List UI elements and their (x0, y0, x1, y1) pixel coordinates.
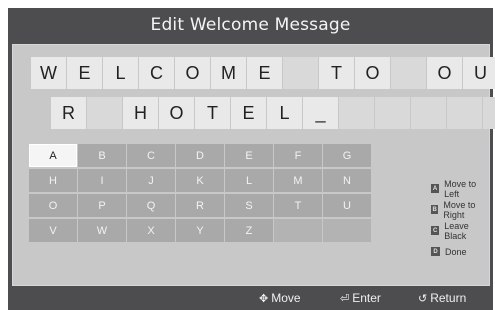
legend-item: B Move to Right (431, 199, 489, 220)
move-label: Move (271, 291, 301, 305)
message-char-cell[interactable]: L (267, 97, 302, 129)
message-char-cell[interactable]: R (51, 97, 86, 129)
message-char-cell[interactable]: T (319, 57, 354, 89)
move-icon: ✥ (259, 292, 269, 305)
keyboard-key-w[interactable]: W (78, 219, 126, 242)
keyboard-key-p[interactable]: P (78, 194, 126, 217)
keyboard-key-blank[interactable] (323, 219, 371, 242)
keyboard-key-k[interactable]: K (176, 169, 224, 192)
keyboard-key-r[interactable]: R (176, 194, 224, 217)
message-char-cell[interactable]: H (123, 97, 158, 129)
edit-welcome-dialog: Edit Welcome Message WELCOMETOOU R H O T E L _… (8, 8, 495, 310)
legend-label: Leave Black (444, 220, 469, 241)
keyboard-key-z[interactable]: Z (225, 219, 273, 242)
keyboard-key-v[interactable]: V (29, 219, 77, 242)
message-char-cell[interactable] (87, 97, 122, 129)
legend-item: A Move to Left (431, 178, 489, 199)
message-char-cell[interactable]: O (159, 97, 194, 129)
color-key-legend: A Move to Left B Move to Right C Leave Black D… (431, 178, 489, 262)
return-icon: ↺ (418, 292, 428, 305)
legend-label: Move to Left (444, 178, 477, 199)
keyboard-key-e[interactable]: E (225, 144, 273, 167)
legend-label: Move to Right (443, 199, 476, 220)
keyboard-key-m[interactable]: M (274, 169, 322, 192)
message-char-cell[interactable]: E (247, 57, 282, 89)
message-char-cell[interactable] (483, 97, 495, 129)
keyboard-key-n[interactable]: N (323, 169, 371, 192)
return-label: Return (430, 291, 467, 305)
keyboard-key-t[interactable]: T (274, 194, 322, 217)
return-hint[interactable]: ↺ Return (418, 291, 466, 305)
color-button-b-icon: B (431, 205, 439, 214)
message-char-cell[interactable] (339, 97, 374, 129)
enter-hint[interactable]: ⏎ Enter (340, 291, 381, 305)
color-button-c-icon: C (431, 226, 440, 235)
enter-icon: ⏎ (340, 292, 350, 305)
message-char-cell[interactable]: O (355, 57, 390, 89)
keyboard-key-g[interactable]: G (323, 144, 371, 167)
keyboard-key-u[interactable]: U (323, 194, 371, 217)
keyboard-key-x[interactable]: X (127, 219, 175, 242)
bottom-help-bar: ✥ Move ⏎ Enter ↺ Return (8, 286, 493, 310)
message-char-cell[interactable] (447, 97, 482, 129)
message-char-cell[interactable]: E (231, 97, 266, 129)
message-char-cell[interactable] (391, 57, 426, 89)
message-row-2: R H O T E L _ (51, 97, 495, 129)
keyboard-key-i[interactable]: I (78, 169, 126, 192)
message-char-cell[interactable]: E (67, 57, 102, 89)
message-char-cell[interactable]: O (427, 57, 462, 89)
message-char-cell[interactable]: _ (303, 97, 338, 129)
message-row-1: WELCOMETOOU (31, 57, 495, 89)
message-char-cell[interactable]: U (463, 57, 495, 89)
color-button-a-icon: A (431, 184, 440, 193)
keyboard-key-o[interactable]: O (29, 194, 77, 217)
message-char-cell[interactable]: T (195, 97, 230, 129)
move-hint: ✥ Move (259, 291, 301, 305)
keyboard-key-c[interactable]: C (127, 144, 175, 167)
keyboard-key-b[interactable]: B (78, 144, 126, 167)
keyboard-key-blank[interactable] (274, 219, 322, 242)
keyboard-key-l[interactable]: L (225, 169, 273, 192)
message-char-cell[interactable]: L (103, 57, 138, 89)
message-char-cell[interactable]: O (175, 57, 210, 89)
keyboard-key-q[interactable]: Q (127, 194, 175, 217)
color-button-d-icon: D (431, 247, 440, 256)
message-char-cell[interactable]: W (31, 57, 66, 89)
keyboard-key-f[interactable]: F (274, 144, 322, 167)
dialog-title: Edit Welcome Message (150, 15, 351, 35)
editor-panel: WELCOMETOOU R H O T E L _ ABCDEFGHIJKLMNOPQRST… (12, 44, 495, 286)
message-char-cell[interactable] (375, 97, 410, 129)
legend-label: Done (445, 246, 467, 257)
legend-item: D Done (431, 241, 489, 262)
keyboard-key-d[interactable]: D (176, 144, 224, 167)
keyboard-key-j[interactable]: J (127, 169, 175, 192)
keyboard-key-a[interactable]: A (29, 144, 77, 167)
letter-keyboard: ABCDEFG HIJKLMN OPQRSTU VWXYZ (29, 144, 371, 242)
keyboard-key-h[interactable]: H (29, 169, 77, 192)
message-char-cell[interactable] (283, 57, 318, 89)
enter-label: Enter (352, 291, 381, 305)
legend-item: C Leave Black (431, 220, 489, 241)
message-char-cell[interactable] (411, 97, 446, 129)
keyboard-key-s[interactable]: S (225, 194, 273, 217)
message-char-cell[interactable]: M (211, 57, 246, 89)
message-char-cell[interactable]: C (139, 57, 174, 89)
keyboard-key-y[interactable]: Y (176, 219, 224, 242)
